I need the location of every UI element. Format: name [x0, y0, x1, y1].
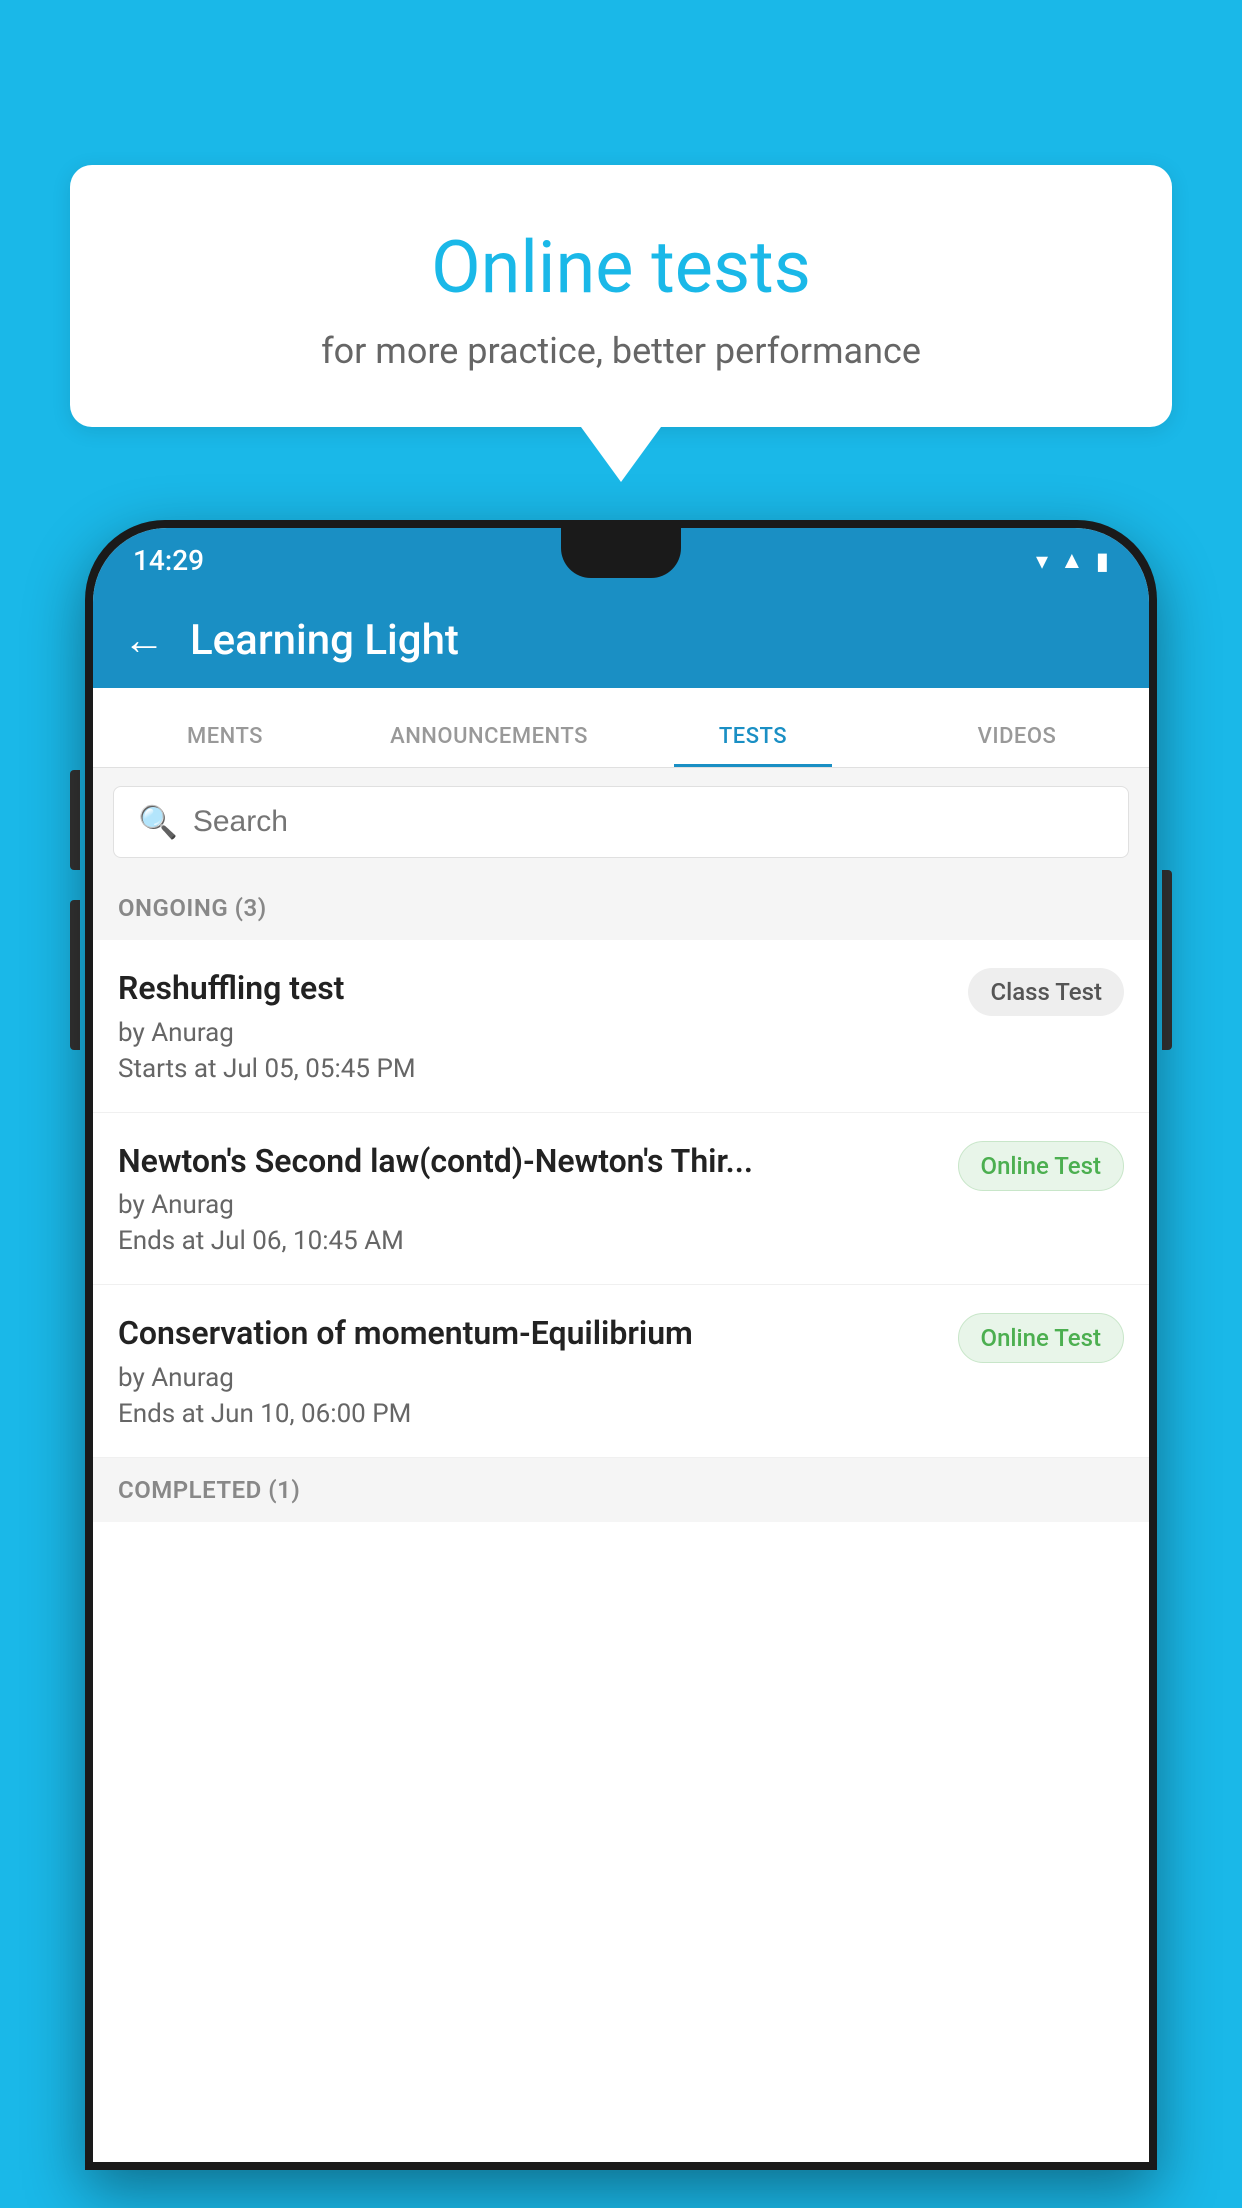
test-title: Reshuffling test: [118, 968, 953, 1010]
test-badge-online: Online Test: [958, 1141, 1124, 1191]
test-date: Ends at Jun 10, 06:00 PM: [118, 1399, 943, 1429]
test-info: Conservation of momentum-Equilibrium by …: [118, 1313, 943, 1429]
speech-bubble-container: Online tests for more practice, better p…: [70, 165, 1172, 482]
search-input[interactable]: [193, 805, 1104, 839]
tab-bar: MENTS ANNOUNCEMENTS TESTS VIDEOS: [93, 688, 1149, 768]
phone-power-button: [1162, 870, 1172, 1050]
phone-container: 14:29 ▾ ▲ ▮ ← Learning Light MENTS ANNOU…: [85, 520, 1157, 2208]
search-container: 🔍: [93, 768, 1149, 876]
speech-bubble-title: Online tests: [120, 225, 1122, 310]
test-item[interactable]: Conservation of momentum-Equilibrium by …: [93, 1285, 1149, 1458]
phone-screen: 14:29 ▾ ▲ ▮ ← Learning Light MENTS ANNOU…: [93, 528, 1149, 2162]
speech-bubble: Online tests for more practice, better p…: [70, 165, 1172, 427]
battery-icon: ▮: [1096, 547, 1109, 575]
test-item[interactable]: Reshuffling test by Anurag Starts at Jul…: [93, 940, 1149, 1113]
app-header: ← Learning Light: [93, 593, 1149, 688]
status-icons: ▾ ▲ ▮: [1036, 546, 1109, 575]
test-title: Conservation of momentum-Equilibrium: [118, 1313, 943, 1355]
test-author: by Anurag: [118, 1190, 943, 1220]
test-date: Starts at Jul 05, 05:45 PM: [118, 1054, 953, 1084]
ongoing-section-header: ONGOING (3): [93, 876, 1149, 940]
tab-tests[interactable]: TESTS: [621, 724, 885, 767]
signal-icon: ▲: [1060, 546, 1084, 575]
phone-volume-down-button: [70, 900, 80, 1050]
app-title: Learning Light: [190, 616, 459, 665]
search-wrapper: 🔍: [113, 786, 1129, 858]
test-author: by Anurag: [118, 1018, 953, 1048]
tab-announcements[interactable]: ANNOUNCEMENTS: [357, 724, 621, 767]
test-info: Newton's Second law(contd)-Newton's Thir…: [118, 1141, 943, 1257]
test-info: Reshuffling test by Anurag Starts at Jul…: [118, 968, 953, 1084]
tab-videos[interactable]: VIDEOS: [885, 724, 1149, 767]
completed-section-header: COMPLETED (1): [93, 1458, 1149, 1522]
test-badge-online: Online Test: [958, 1313, 1124, 1363]
test-badge-class: Class Test: [968, 968, 1124, 1016]
speech-bubble-pointer: [581, 427, 661, 482]
phone-notch: [561, 528, 681, 578]
speech-bubble-subtitle: for more practice, better performance: [120, 330, 1122, 372]
test-item[interactable]: Newton's Second law(contd)-Newton's Thir…: [93, 1113, 1149, 1286]
status-time: 14:29: [133, 544, 204, 577]
test-list: Reshuffling test by Anurag Starts at Jul…: [93, 940, 1149, 1458]
phone-volume-up-button: [70, 770, 80, 870]
search-icon: 🔍: [138, 803, 178, 841]
phone-frame: 14:29 ▾ ▲ ▮ ← Learning Light MENTS ANNOU…: [85, 520, 1157, 2170]
test-author: by Anurag: [118, 1363, 943, 1393]
back-button[interactable]: ←: [123, 616, 165, 665]
tab-assignments[interactable]: MENTS: [93, 724, 357, 767]
test-title: Newton's Second law(contd)-Newton's Thir…: [118, 1141, 943, 1183]
wifi-icon: ▾: [1036, 547, 1048, 575]
test-date: Ends at Jul 06, 10:45 AM: [118, 1226, 943, 1256]
